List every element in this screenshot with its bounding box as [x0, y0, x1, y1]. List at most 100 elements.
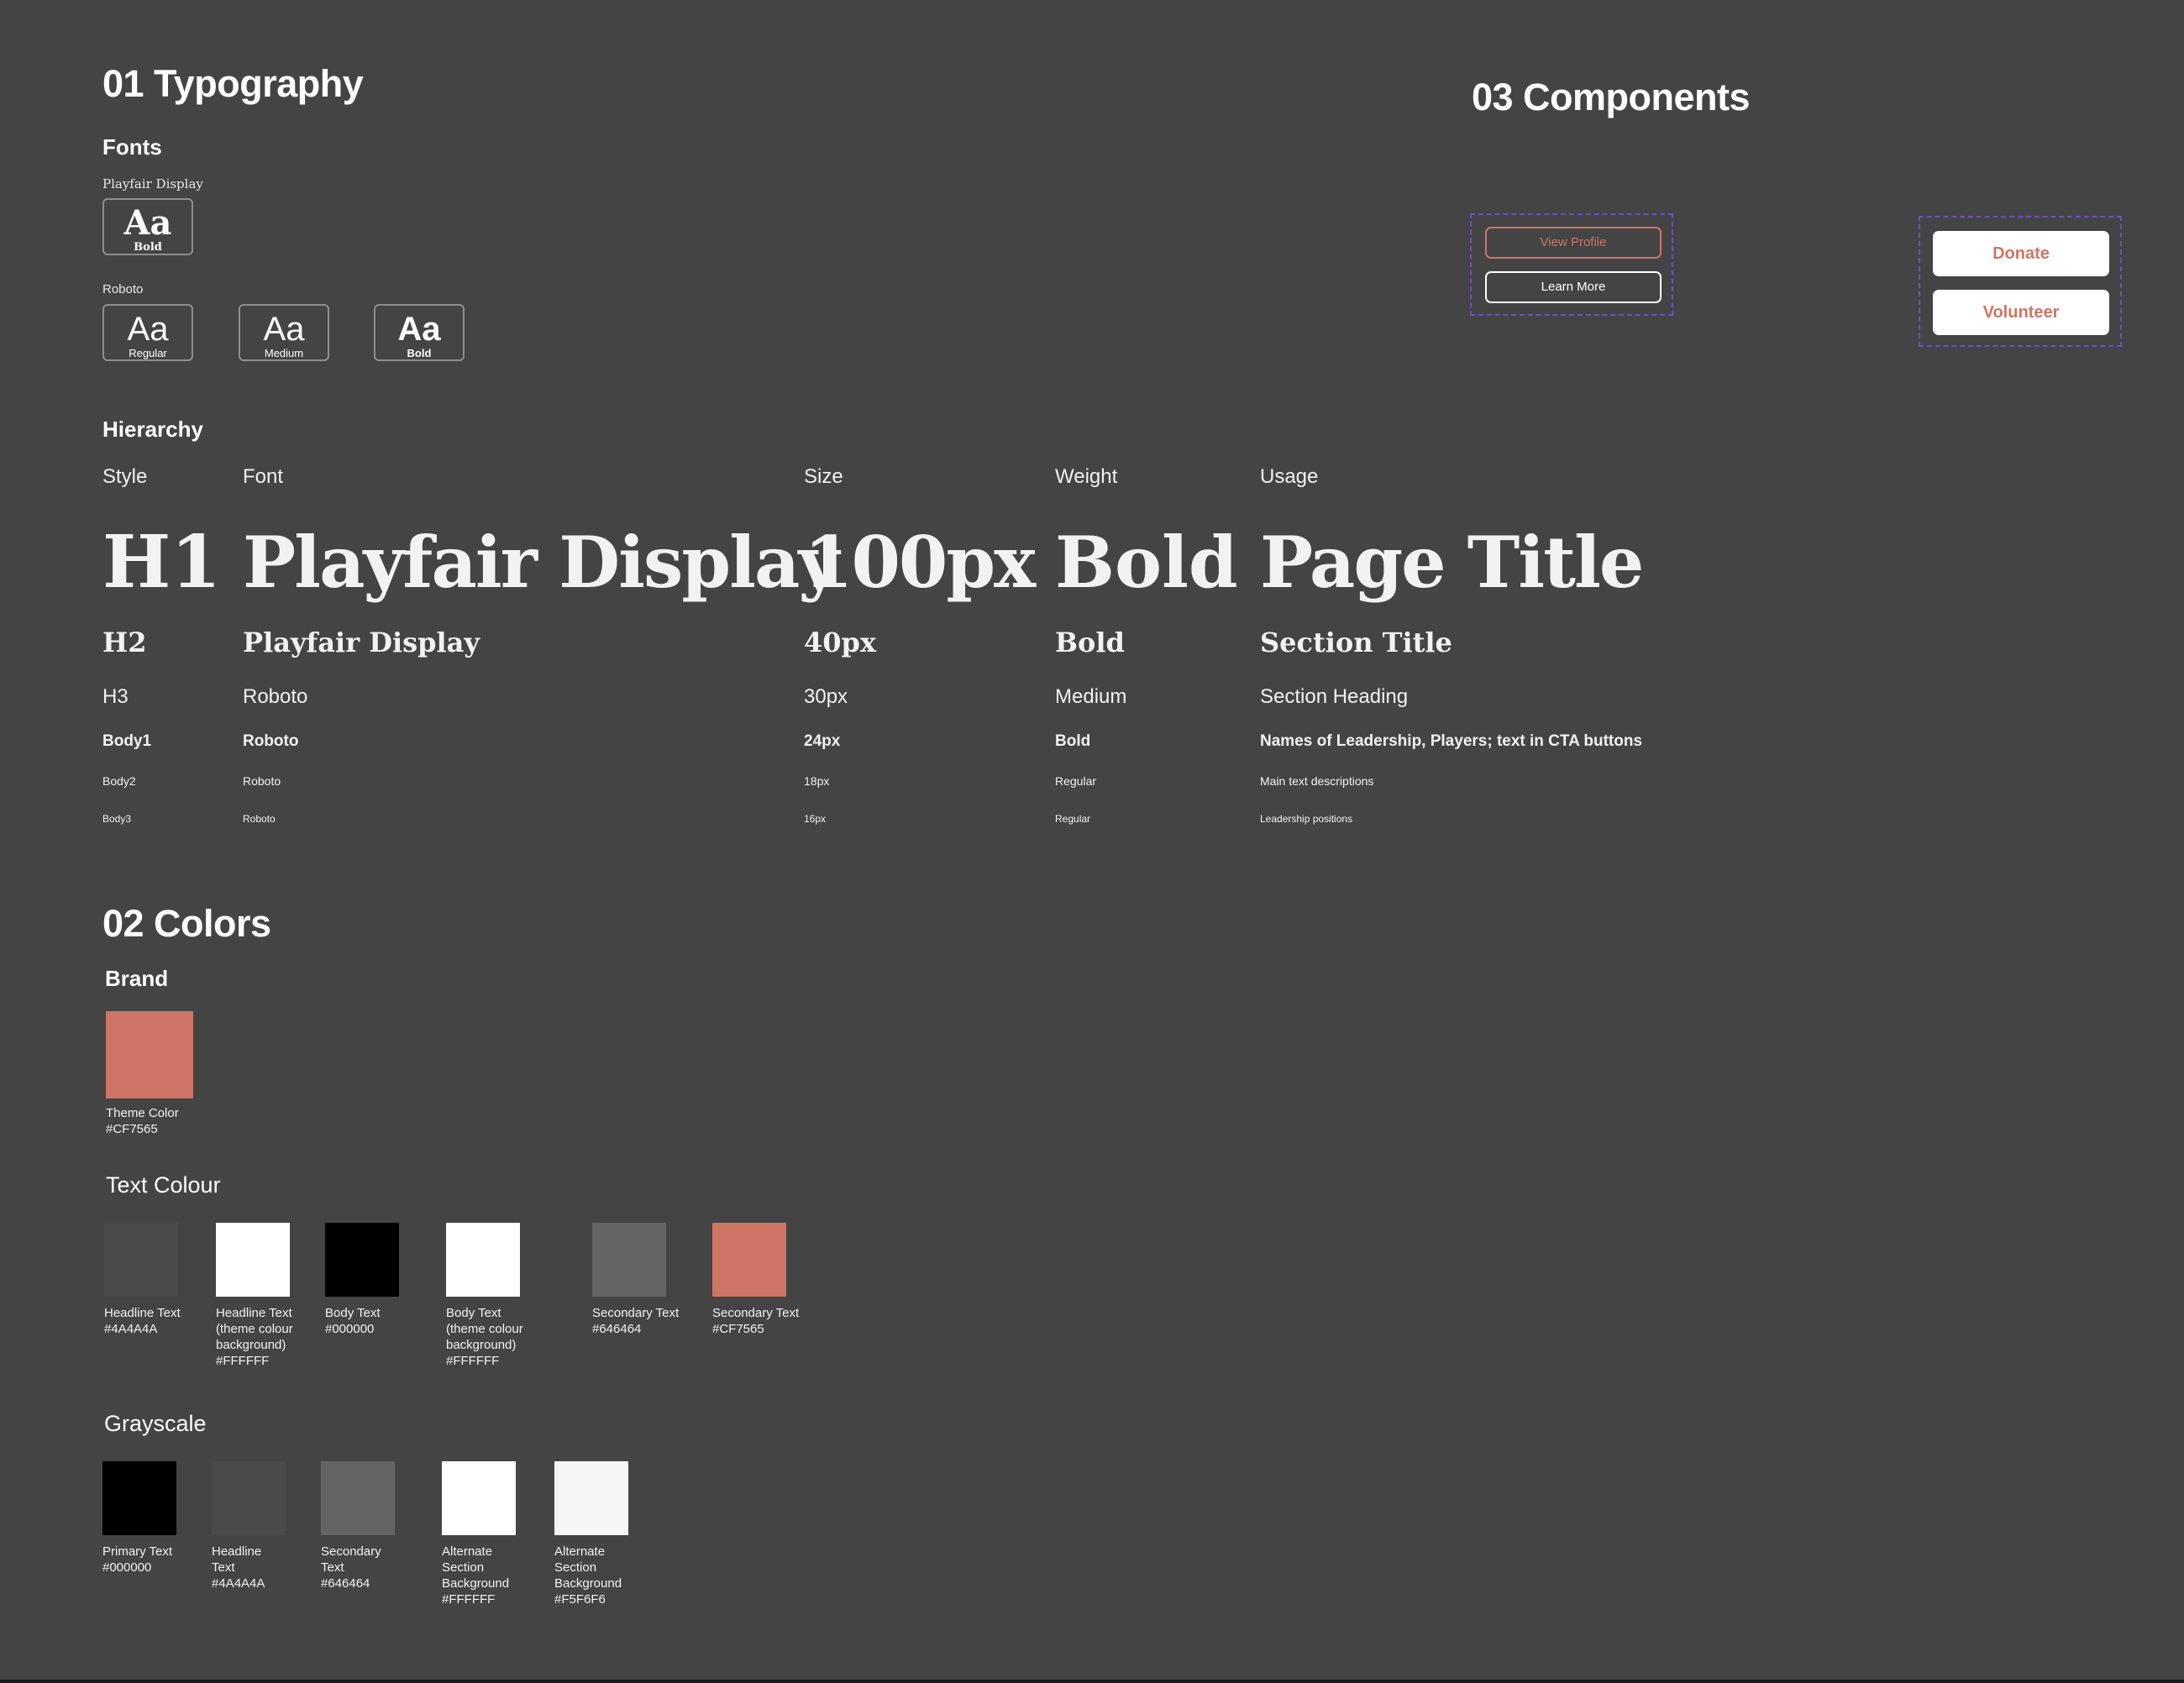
text-swatch-caption-1: Headline Text #4A4A4A [104, 1305, 181, 1337]
gray-swatch-caption-4: Alternate Section Background #FFFFFF [442, 1544, 509, 1607]
caption-line: #F5F6F6 [554, 1592, 606, 1607]
h1-weight: Bold [1055, 521, 1238, 604]
text-swatch-secondary-accent [712, 1223, 786, 1297]
caption-line: #4A4A4A [212, 1576, 265, 1591]
brand-heading: Brand [105, 966, 169, 991]
caption-line: #FFFFFF [216, 1354, 270, 1368]
text-swatch-body-light [446, 1223, 520, 1297]
view-profile-button[interactable]: View Profile [1485, 227, 1662, 259]
body3-weight: Regular [1055, 813, 1091, 825]
body1-size: 24px [804, 732, 841, 750]
body3-size: 16px [804, 813, 827, 825]
gray-swatch-caption-1: Primary Text #000000 [102, 1544, 172, 1576]
body3-usage: Leadership positions [1260, 813, 1353, 825]
text-swatch-caption-5: Secondary Text #646464 [592, 1305, 679, 1337]
caption-line: Text [321, 1560, 344, 1575]
typography-title: 01 Typography [102, 62, 364, 105]
h3-size: 30px [804, 685, 848, 708]
body1-weight: Bold [1055, 732, 1091, 750]
body1-style: Body1 [102, 732, 152, 750]
gray-swatch-alt-white [442, 1461, 516, 1535]
caption-line: (theme colour [446, 1322, 523, 1336]
caption-line: background) [446, 1338, 517, 1352]
caption-line: #000000 [102, 1560, 152, 1575]
gray-swatch-primary [102, 1461, 176, 1535]
h1-size: 100px [804, 521, 1036, 604]
h1-font: Playfair Display [243, 521, 839, 604]
gray-swatch-caption-2: Headline Text #4A4A4A [212, 1544, 265, 1591]
gray-swatch-alt-offwhite [554, 1461, 628, 1535]
hierarchy-heading: Hierarchy [102, 417, 203, 442]
h2-font: Playfair Display [243, 627, 480, 658]
caption-line: Alternate [554, 1544, 606, 1559]
col-usage-header: Usage [1260, 465, 1319, 488]
roboto-medium-tile: Aa Medium [239, 304, 329, 361]
col-font-header: Font [243, 465, 284, 488]
gray-swatch-secondary [321, 1461, 395, 1535]
caption-line: Body Text [446, 1306, 501, 1320]
solid-buttons-frame: Donate Volunteer [1919, 216, 2122, 347]
roboto-font-label: Roboto [102, 282, 144, 296]
roboto-regular-weight: Regular [129, 347, 167, 359]
roboto-bold-weight: Bold [407, 347, 432, 359]
text-swatch-caption-3: Body Text #000000 [325, 1305, 381, 1337]
text-swatch-caption-4: Body Text (theme colour background) #FFF… [446, 1305, 523, 1369]
roboto-bold-sample: Aa [397, 311, 441, 348]
text-swatch-caption-2: Headline Text (theme colour background) … [216, 1305, 293, 1369]
roboto-medium-sample: Aa [263, 311, 305, 348]
h2-size: 40px [804, 627, 876, 658]
caption-line: Body Text [325, 1306, 381, 1320]
col-size-header: Size [804, 465, 843, 488]
text-swatch-secondary-gray [592, 1223, 666, 1297]
gray-swatch-headline [212, 1461, 286, 1535]
caption-line: #CF7565 [712, 1322, 764, 1336]
body1-usage: Names of Leadership, Players; text in CT… [1260, 732, 1643, 750]
h3-weight: Medium [1055, 685, 1127, 708]
h3-usage: Section Heading [1260, 685, 1409, 708]
colors-title: 02 Colors [102, 902, 271, 945]
playfair-bold-sample: Aa [123, 203, 172, 243]
theme-color-name: Theme Color [106, 1106, 179, 1120]
roboto-regular-sample: Aa [127, 311, 169, 348]
playfair-bold-tile: Aa Bold [102, 198, 193, 255]
caption-line: Headline Text [104, 1306, 181, 1320]
theme-color-caption: Theme Color #CF7565 [106, 1105, 179, 1137]
h3-font: Roboto [243, 685, 308, 708]
caption-line: #646464 [321, 1576, 370, 1591]
caption-line: #FFFFFF [446, 1354, 500, 1368]
grayscale-heading: Grayscale [104, 1411, 207, 1436]
fonts-heading: Fonts [102, 134, 162, 160]
caption-line: Secondary Text [712, 1306, 800, 1320]
body3-style: Body3 [102, 813, 132, 825]
body2-style: Body2 [102, 774, 136, 788]
volunteer-button[interactable]: Volunteer [1933, 290, 2109, 335]
h2-weight: Bold [1055, 627, 1125, 658]
caption-line: Headline Text [216, 1306, 292, 1320]
donate-button[interactable]: Donate [1933, 231, 2109, 276]
theme-color-swatch [106, 1011, 193, 1098]
caption-line: #000000 [325, 1322, 375, 1336]
caption-line: Alternate [442, 1544, 493, 1559]
text-swatch-body-dark [325, 1223, 399, 1297]
roboto-regular-tile: Aa Regular [102, 304, 193, 361]
h2-usage: Section Title [1260, 627, 1452, 658]
components-title: 03 Components [1472, 76, 1751, 118]
text-colour-heading: Text Colour [106, 1172, 221, 1198]
body2-usage: Main text descriptions [1260, 774, 1374, 788]
roboto-medium-weight: Medium [264, 347, 304, 359]
text-swatch-headline-dark [104, 1223, 178, 1297]
caption-line: Secondary Text [592, 1306, 680, 1320]
caption-line: Secondary [321, 1544, 381, 1559]
gray-swatch-caption-5: Alternate Section Background #F5F6F6 [554, 1544, 622, 1607]
body2-font: Roboto [243, 774, 281, 788]
caption-line: Background [554, 1576, 622, 1591]
roboto-bold-tile: Aa Bold [374, 304, 465, 361]
outline-buttons-frame: View Profile Learn More [1470, 213, 1673, 316]
learn-more-button[interactable]: Learn More [1485, 271, 1662, 303]
caption-line: Text [212, 1560, 235, 1575]
caption-line: #646464 [592, 1322, 642, 1336]
h1-style: H1 [102, 520, 222, 605]
caption-line: #FFFFFF [442, 1592, 496, 1607]
text-swatch-headline-light [216, 1223, 290, 1297]
h1-usage: Page Title [1260, 521, 1644, 604]
